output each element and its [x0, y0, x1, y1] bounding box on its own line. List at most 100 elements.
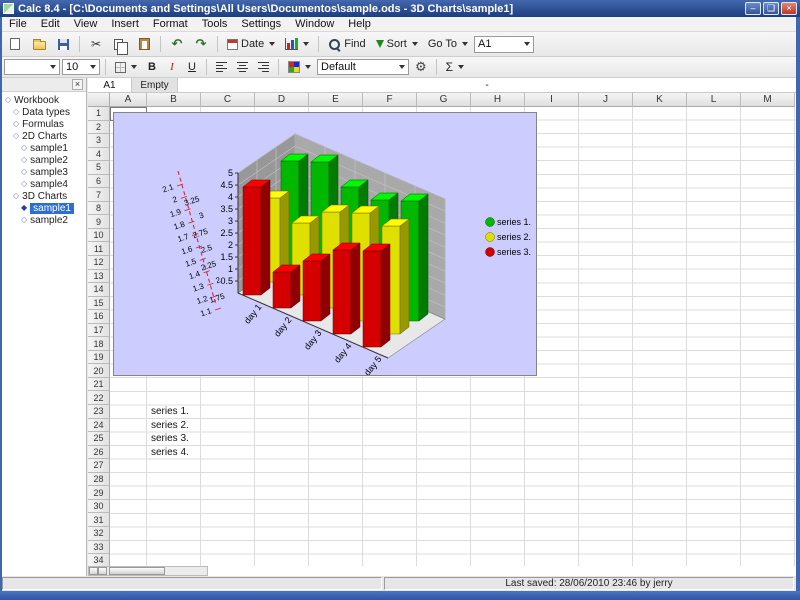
tree-item-workbook[interactable]: ◇Workbook: [2, 94, 86, 106]
row-header-25[interactable]: 25: [88, 432, 110, 446]
row-header-24[interactable]: 24: [88, 419, 110, 433]
horizontal-scrollbar[interactable]: [88, 566, 208, 576]
row-header-30[interactable]: 30: [88, 500, 110, 514]
new-button[interactable]: [4, 34, 26, 54]
row-header-21[interactable]: 21: [88, 378, 110, 392]
row-header-11[interactable]: 11: [88, 242, 110, 256]
row-header-29[interactable]: 29: [88, 486, 110, 500]
row-header-27[interactable]: 27: [88, 459, 110, 473]
close-button[interactable]: ×: [781, 2, 797, 15]
sort-button[interactable]: Sort: [372, 34, 422, 54]
settings-button[interactable]: [411, 59, 431, 76]
cut-button[interactable]: [85, 34, 107, 54]
menu-edit[interactable]: Edit: [34, 18, 67, 30]
copy-button[interactable]: [109, 34, 131, 54]
column-header-K[interactable]: K: [633, 93, 687, 107]
row-header-4[interactable]: 4: [88, 148, 110, 162]
align-right-button[interactable]: [254, 59, 273, 76]
open-button[interactable]: [28, 34, 50, 54]
fill-color-button[interactable]: [284, 59, 315, 76]
row-header-28[interactable]: 28: [88, 473, 110, 487]
row-header-34[interactable]: 34: [88, 554, 110, 566]
column-header-J[interactable]: J: [579, 93, 633, 107]
tree-item-sample2[interactable]: ◇sample2: [2, 214, 86, 226]
row-header-31[interactable]: 31: [88, 513, 110, 527]
column-header-D[interactable]: D: [255, 93, 309, 107]
title-bar[interactable]: Calc 8.4 - [C:\Documents and Settings\Al…: [0, 0, 800, 17]
tree-item-sample3[interactable]: ◇sample3: [2, 166, 86, 178]
row-header-6[interactable]: 6: [88, 175, 110, 189]
row-header-1[interactable]: 1: [88, 107, 110, 121]
row-header-20[interactable]: 20: [88, 364, 110, 378]
row-header-22[interactable]: 22: [88, 391, 110, 405]
paste-button[interactable]: [133, 34, 155, 54]
column-header-F[interactable]: F: [363, 93, 417, 107]
bold-button[interactable]: B: [143, 59, 161, 76]
panel-close-button[interactable]: ×: [72, 79, 83, 90]
underline-button[interactable]: U: [183, 59, 201, 76]
tree-item-sample2[interactable]: ◇sample2: [2, 154, 86, 166]
goto-button[interactable]: Go To: [424, 34, 472, 54]
row-header-33[interactable]: 33: [88, 541, 110, 555]
column-header-E[interactable]: E: [309, 93, 363, 107]
row-header-3[interactable]: 3: [88, 134, 110, 148]
row-header-23[interactable]: 23: [88, 405, 110, 419]
scroll-left-button[interactable]: [89, 567, 98, 575]
menu-settings[interactable]: Settings: [234, 18, 288, 30]
cell-reference-box[interactable]: A1: [88, 78, 132, 92]
row-header-13[interactable]: 13: [88, 270, 110, 284]
column-header-A[interactable]: A: [110, 93, 147, 107]
redo-button[interactable]: [190, 34, 212, 54]
find-button[interactable]: Find: [324, 34, 369, 54]
row-header-9[interactable]: 9: [88, 215, 110, 229]
menu-window[interactable]: Window: [288, 18, 341, 30]
row-header-18[interactable]: 18: [88, 337, 110, 351]
insert-chart-button[interactable]: [281, 34, 313, 54]
align-center-button[interactable]: [233, 59, 252, 76]
menu-format[interactable]: Format: [146, 18, 195, 30]
cells-area[interactable]: series 1.series 2.series 3.series 4. 54.…: [110, 107, 796, 566]
menu-file[interactable]: File: [2, 18, 34, 30]
undo-button[interactable]: [166, 34, 188, 54]
row-header-26[interactable]: 26: [88, 446, 110, 460]
select-all-corner[interactable]: [88, 93, 110, 107]
menu-help[interactable]: Help: [341, 18, 378, 30]
column-header-B[interactable]: B: [147, 93, 201, 107]
tree-item-sample4[interactable]: ◇sample4: [2, 178, 86, 190]
tree-item-formulas[interactable]: ◇Formulas: [2, 118, 86, 130]
row-header-14[interactable]: 14: [88, 283, 110, 297]
column-header-L[interactable]: L: [687, 93, 741, 107]
menu-tools[interactable]: Tools: [195, 18, 235, 30]
row-header-15[interactable]: 15: [88, 297, 110, 311]
align-left-button[interactable]: [212, 59, 231, 76]
italic-button[interactable]: I: [163, 59, 181, 76]
scroll-right-button[interactable]: [98, 567, 107, 575]
row-header-8[interactable]: 8: [88, 202, 110, 216]
borders-button[interactable]: [111, 59, 141, 76]
style-combo[interactable]: Default: [317, 59, 409, 75]
row-header-19[interactable]: 19: [88, 351, 110, 365]
formula-mode-button[interactable]: Empty: [132, 78, 178, 92]
tree-item-2d-charts[interactable]: ◇2D Charts: [2, 130, 86, 142]
formula-input[interactable]: -: [178, 78, 796, 92]
menu-view[interactable]: View: [67, 18, 105, 30]
tree-item-3d-charts[interactable]: ◇3D Charts: [2, 190, 86, 202]
row-header-32[interactable]: 32: [88, 527, 110, 541]
maximize-button[interactable]: ❑: [763, 2, 779, 15]
embedded-chart[interactable]: 54.543.532.521.510.52.121.91.81.71.61.51…: [113, 112, 537, 376]
tree-item-sample1[interactable]: ◇sample1: [2, 142, 86, 154]
menu-insert[interactable]: Insert: [104, 18, 146, 30]
sum-button[interactable]: Σ: [442, 59, 468, 76]
tree-item-sample1[interactable]: ◆sample1: [2, 202, 86, 214]
scrollbar-thumb[interactable]: [109, 567, 165, 575]
save-button[interactable]: [52, 34, 74, 54]
font-size-combo[interactable]: 10: [62, 59, 100, 75]
row-header-7[interactable]: 7: [88, 188, 110, 202]
row-header-16[interactable]: 16: [88, 310, 110, 324]
column-header-I[interactable]: I: [525, 93, 579, 107]
font-combo[interactable]: [4, 59, 60, 75]
minimize-button[interactable]: –: [745, 2, 761, 15]
name-box-combo[interactable]: A1: [474, 36, 534, 53]
row-header-10[interactable]: 10: [88, 229, 110, 243]
column-header-G[interactable]: G: [417, 93, 471, 107]
